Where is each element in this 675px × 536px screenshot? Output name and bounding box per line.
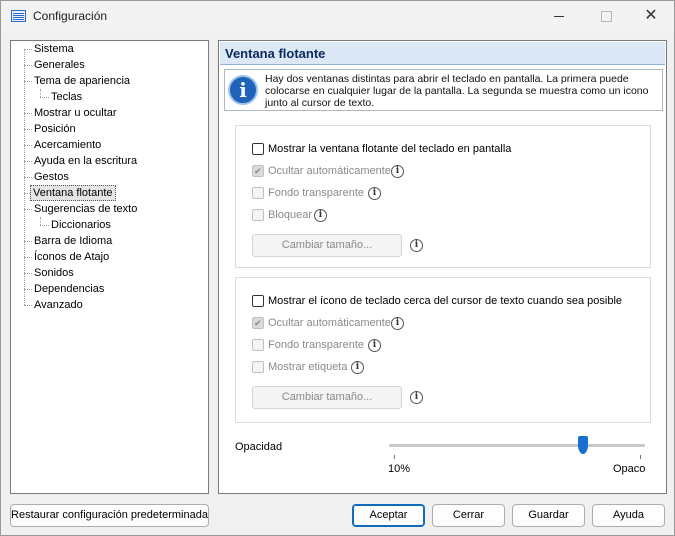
tree-connector	[24, 65, 32, 66]
tree-connector	[24, 209, 32, 210]
tree-connector	[24, 273, 32, 274]
checkbox-box[interactable]	[252, 361, 264, 373]
tree-connector	[24, 161, 32, 162]
info-icon[interactable]: i	[391, 165, 404, 178]
resize-button-2[interactable]: Cambiar tamaño...	[252, 386, 402, 409]
info-icon[interactable]: i	[391, 317, 404, 330]
settings-panel: Ventana flotante i Hay dos ventanas dist…	[218, 40, 667, 494]
info-text: Hay dos ventanas distintas para abrir el…	[265, 73, 649, 109]
tree-connector	[40, 97, 49, 98]
save-button[interactable]: Guardar	[512, 504, 585, 527]
sidebar-item-sonidos[interactable]: Sonidos	[32, 265, 76, 281]
tree-connector	[40, 225, 49, 226]
restore-defaults-button[interactable]: Restaurar configuración predeterminada	[10, 504, 209, 527]
checkbox-box[interactable]	[252, 339, 264, 351]
sidebar-item-ayuda-escritura[interactable]: Ayuda en la escritura	[32, 153, 139, 169]
sidebar-item-iconos-atajo[interactable]: Íconos de Atajo	[32, 249, 111, 265]
tree-connector	[24, 305, 32, 306]
close-dialog-button[interactable]: Cerrar	[432, 504, 505, 527]
resize-button[interactable]: Cambiar tamaño...	[252, 234, 402, 257]
floating-window-group: Mostrar la ventana flotante del teclado …	[235, 125, 651, 268]
sidebar-item-diccionarios[interactable]: Diccionarios	[49, 217, 113, 233]
maximize-button[interactable]	[583, 1, 629, 32]
title-bar: Configuración ✕	[1, 1, 674, 32]
keyboard-app-icon	[11, 10, 26, 22]
sidebar-item-barra-idioma[interactable]: Barra de Idioma	[32, 233, 114, 249]
sidebar-item-teclas[interactable]: Teclas	[49, 89, 84, 105]
info-icon[interactable]: i	[368, 187, 381, 200]
sidebar-item-avanzado[interactable]: Avanzado	[32, 297, 85, 313]
sidebar-item-tema[interactable]: Tema de apariencia	[32, 73, 132, 89]
close-icon: ✕	[644, 7, 658, 24]
info-icon[interactable]: i	[410, 391, 423, 404]
settings-tree[interactable]: Sistema Generales Tema de apariencia Tec…	[10, 40, 209, 494]
tree-connector	[24, 241, 32, 242]
info-icon[interactable]: i	[314, 209, 327, 222]
sidebar-item-gestos[interactable]: Gestos	[32, 169, 71, 185]
help-button[interactable]: Ayuda	[592, 504, 665, 527]
info-icon: i	[228, 75, 258, 105]
sidebar-item-ventana-flotante[interactable]: Ventana flotante	[30, 185, 116, 201]
close-button[interactable]: ✕	[628, 1, 674, 32]
panel-title: Ventana flotante	[225, 46, 326, 61]
opacity-label: Opacidad	[235, 441, 283, 453]
slider-tick	[394, 455, 395, 459]
sidebar-item-dependencias[interactable]: Dependencias	[32, 281, 106, 297]
tree-connector	[24, 257, 32, 258]
tree-connector	[24, 289, 32, 290]
sidebar-item-mostrar[interactable]: Mostrar u ocultar	[32, 105, 119, 121]
sidebar-item-posicion[interactable]: Posición	[32, 121, 78, 137]
tree-connector	[24, 81, 32, 82]
checkbox-box[interactable]	[252, 295, 264, 307]
opacity-slider-thumb[interactable]	[578, 436, 588, 454]
tree-connector	[40, 89, 41, 97]
sidebar-item-sistema[interactable]: Sistema	[32, 41, 76, 57]
info-icon[interactable]: i	[410, 239, 423, 252]
checkbox-box[interactable]	[252, 163, 264, 179]
tree-connector	[24, 49, 32, 50]
opacity-slider-track[interactable]	[389, 444, 645, 447]
accept-button[interactable]: Aceptar	[352, 504, 425, 527]
opacity-min-label: 10%	[388, 463, 411, 475]
tree-connector	[24, 145, 32, 146]
tree-connector	[24, 129, 32, 130]
checkbox-box[interactable]	[252, 187, 264, 199]
sidebar-item-generales[interactable]: Generales	[32, 57, 87, 73]
minimize-button[interactable]	[536, 1, 582, 32]
checkbox-box[interactable]	[252, 143, 264, 155]
opacity-max-label: Opaco	[613, 463, 646, 475]
tree-connector	[40, 217, 41, 225]
sidebar-item-sugerencias[interactable]: Sugerencias de texto	[32, 201, 139, 217]
settings-window: Configuración ✕ Sistema Generales Tema d…	[0, 0, 675, 536]
tree-connector	[24, 113, 32, 114]
info-box: i Hay dos ventanas distintas para abrir …	[224, 69, 663, 111]
slider-tick	[640, 455, 641, 459]
tree-connector	[24, 177, 32, 178]
info-icon[interactable]: i	[368, 339, 381, 352]
checkbox-box[interactable]	[252, 209, 264, 221]
window-title: Configuración	[33, 9, 108, 23]
info-icon[interactable]: i	[351, 361, 364, 374]
sidebar-item-acercamiento[interactable]: Acercamiento	[32, 137, 103, 153]
panel-header: Ventana flotante	[220, 42, 665, 65]
cursor-icon-group: Mostrar el ícono de teclado cerca del cu…	[235, 277, 651, 423]
checkbox-box[interactable]	[252, 315, 264, 331]
